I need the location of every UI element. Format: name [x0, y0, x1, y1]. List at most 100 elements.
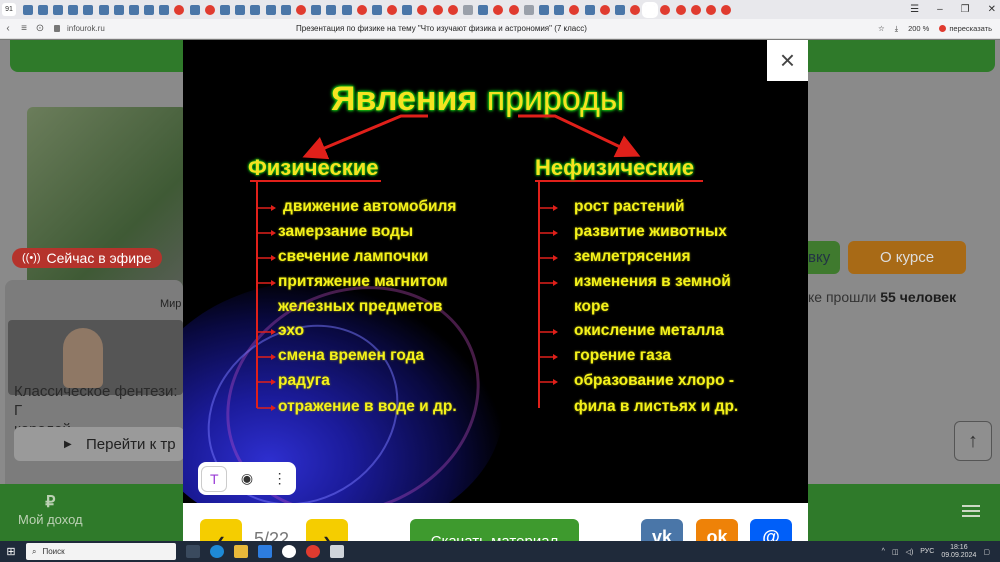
share-ok-button[interactable]: ok [696, 519, 738, 541]
browser-tab-red-icon[interactable] [569, 4, 580, 15]
browser-tab-red-icon[interactable] [295, 4, 306, 15]
live-badge-label: Сейчас в эфире [46, 250, 152, 266]
slide-pager: 5/22 [254, 529, 290, 541]
browser-tab-red-icon[interactable] [417, 4, 428, 15]
browser-tab-vk-icon[interactable] [341, 4, 352, 15]
yandex-icon[interactable] [306, 545, 320, 558]
green-button-partial[interactable]: вку [808, 241, 840, 274]
notifications-icon[interactable]: ▢ [983, 548, 990, 556]
ruble-icon: ₽ [45, 494, 56, 511]
download-material-button[interactable]: Скачать материал [410, 519, 579, 541]
browser-tab-red-icon[interactable] [447, 4, 458, 15]
browser-tab-vk-icon[interactable] [265, 4, 276, 15]
browser-tab-red-icon[interactable] [493, 4, 504, 15]
browser-tab-vk-icon[interactable] [584, 4, 595, 15]
browser-tab-red-icon[interactable] [356, 4, 367, 15]
back-icon[interactable]: ‹ [0, 23, 16, 34]
browser-tab-vk-icon[interactable] [235, 4, 246, 15]
browser-tab-vk-icon[interactable] [98, 4, 109, 15]
viewer-controls: ‹ 5/22 › Скачать материал vkok @ [183, 503, 808, 541]
next-slide-button[interactable]: › [306, 519, 348, 541]
browser-tab-active-icon[interactable] [642, 1, 659, 18]
browser-tab-red-icon[interactable] [599, 4, 610, 15]
browser-tab-vk-icon[interactable] [614, 4, 625, 15]
explorer-icon[interactable] [234, 545, 248, 558]
browser-tab-red-icon[interactable] [660, 4, 671, 15]
more-icon[interactable]: ⋮ [267, 466, 293, 492]
share-vk-button[interactable]: vk [641, 519, 683, 541]
browser-tab-vk-icon[interactable] [113, 4, 124, 15]
browser-tab-vk-icon[interactable] [144, 4, 155, 15]
camera-icon[interactable]: ◉ [234, 466, 260, 492]
download-arrow-icon[interactable]: ⤓ [895, 24, 898, 34]
browser-tab-vk-icon[interactable] [371, 4, 382, 15]
menu-icon[interactable]: ≡ [16, 23, 32, 34]
browser-tab-red-icon[interactable] [387, 4, 398, 15]
browser-tab-red-icon[interactable] [706, 4, 717, 15]
browser-tab-vk-icon[interactable] [311, 4, 322, 15]
edge-icon[interactable] [210, 545, 224, 558]
browser-tab-red-icon[interactable] [508, 4, 519, 15]
browser-tab-vk-icon[interactable] [220, 4, 231, 15]
address-bar-right: ☆ ⤓ 200 % пересказать [878, 24, 992, 34]
language-indicator[interactable]: РУС [920, 548, 934, 555]
zoom-level[interactable]: 200 % [908, 24, 929, 33]
maximize-icon[interactable]: ❐ [961, 4, 970, 15]
text-recognize-icon[interactable]: T [201, 465, 228, 492]
bracket-arrowhead [553, 379, 558, 385]
volume-icon[interactable]: ◁) [906, 548, 914, 556]
broadcast-icon: ((•)) [22, 252, 41, 264]
url-text[interactable]: infourok.ru [67, 24, 105, 33]
browser-tab-gray-icon[interactable] [523, 4, 534, 15]
address-bar: ‹ ≡ ⊙ infourok.ru Презентация по физике … [0, 19, 1000, 39]
taskbar-search[interactable]: ⌕ Поиск [26, 543, 176, 560]
scroll-up-button[interactable]: ↑ [954, 421, 992, 461]
browser-tab-vk-icon[interactable] [326, 4, 337, 15]
browser-tab-vk-icon[interactable] [37, 4, 48, 15]
browser-tab-vk-icon[interactable] [159, 4, 170, 15]
share-mail-button[interactable]: @ [750, 519, 792, 541]
browser-tab-vk-icon[interactable] [52, 4, 63, 15]
hamburger-menu-icon[interactable] [962, 502, 980, 520]
browser-tab-vk-icon[interactable] [68, 4, 79, 15]
physical-item: притяжение магнитом [278, 273, 448, 290]
browser-tab-vk-icon[interactable] [478, 4, 489, 15]
about-course-button[interactable]: О курсе [848, 241, 966, 274]
close-window-icon[interactable]: ✕ [988, 4, 996, 15]
browser-tab-red-icon[interactable] [204, 4, 215, 15]
mail-icon[interactable] [258, 545, 272, 558]
browser-tab-vk-icon[interactable] [83, 4, 94, 15]
browser-tab-gray-icon[interactable] [463, 4, 474, 15]
browser-tab-red-icon[interactable] [432, 4, 443, 15]
retell-button[interactable]: пересказать [939, 24, 992, 33]
browser-tab-vk-icon[interactable] [22, 4, 33, 15]
yandex-browser-icon[interactable] [282, 545, 296, 558]
tray-arrow-icon[interactable]: ^ [882, 548, 885, 555]
task-view-icon[interactable] [186, 545, 200, 558]
browser-tab-vk-icon[interactable] [189, 4, 200, 15]
go-to-stream-button[interactable]: Перейти к тр [14, 427, 184, 461]
browser-tab-vk-icon[interactable] [554, 4, 565, 15]
clock[interactable]: 18:16 09.09.2024 [941, 544, 976, 560]
browser-tab-vk-icon[interactable] [538, 4, 549, 15]
bookmark-star-icon[interactable]: ☆ [878, 24, 885, 33]
minimize-icon[interactable]: – [937, 4, 943, 15]
my-income-link[interactable]: ₽ Мой доход [18, 492, 83, 527]
browser-tab-red-icon[interactable] [630, 4, 641, 15]
browser-tab-vk-icon[interactable] [280, 4, 291, 15]
prev-slide-button[interactable]: ‹ [200, 519, 242, 541]
browser-tab-red-icon[interactable] [721, 4, 732, 15]
browser-tab-vk-icon[interactable] [128, 4, 139, 15]
browser-tab-red-icon[interactable] [174, 4, 185, 15]
settings-icon[interactable] [330, 545, 344, 558]
browser-tab-vk-icon[interactable] [402, 4, 413, 15]
reader-icon[interactable]: ⊙ [32, 23, 48, 34]
browser-tab-red-icon[interactable] [675, 4, 686, 15]
network-icon[interactable]: ◫ [892, 548, 899, 556]
tab-count-badge[interactable]: 91 [2, 3, 16, 16]
browser-tab-red-icon[interactable] [690, 4, 701, 15]
bookmark-icon[interactable]: ☰ [910, 4, 919, 15]
windows-start-icon[interactable]: ⊞ [0, 545, 22, 558]
browser-tab-vk-icon[interactable] [250, 4, 261, 15]
close-viewer-button[interactable]: × [767, 40, 808, 81]
